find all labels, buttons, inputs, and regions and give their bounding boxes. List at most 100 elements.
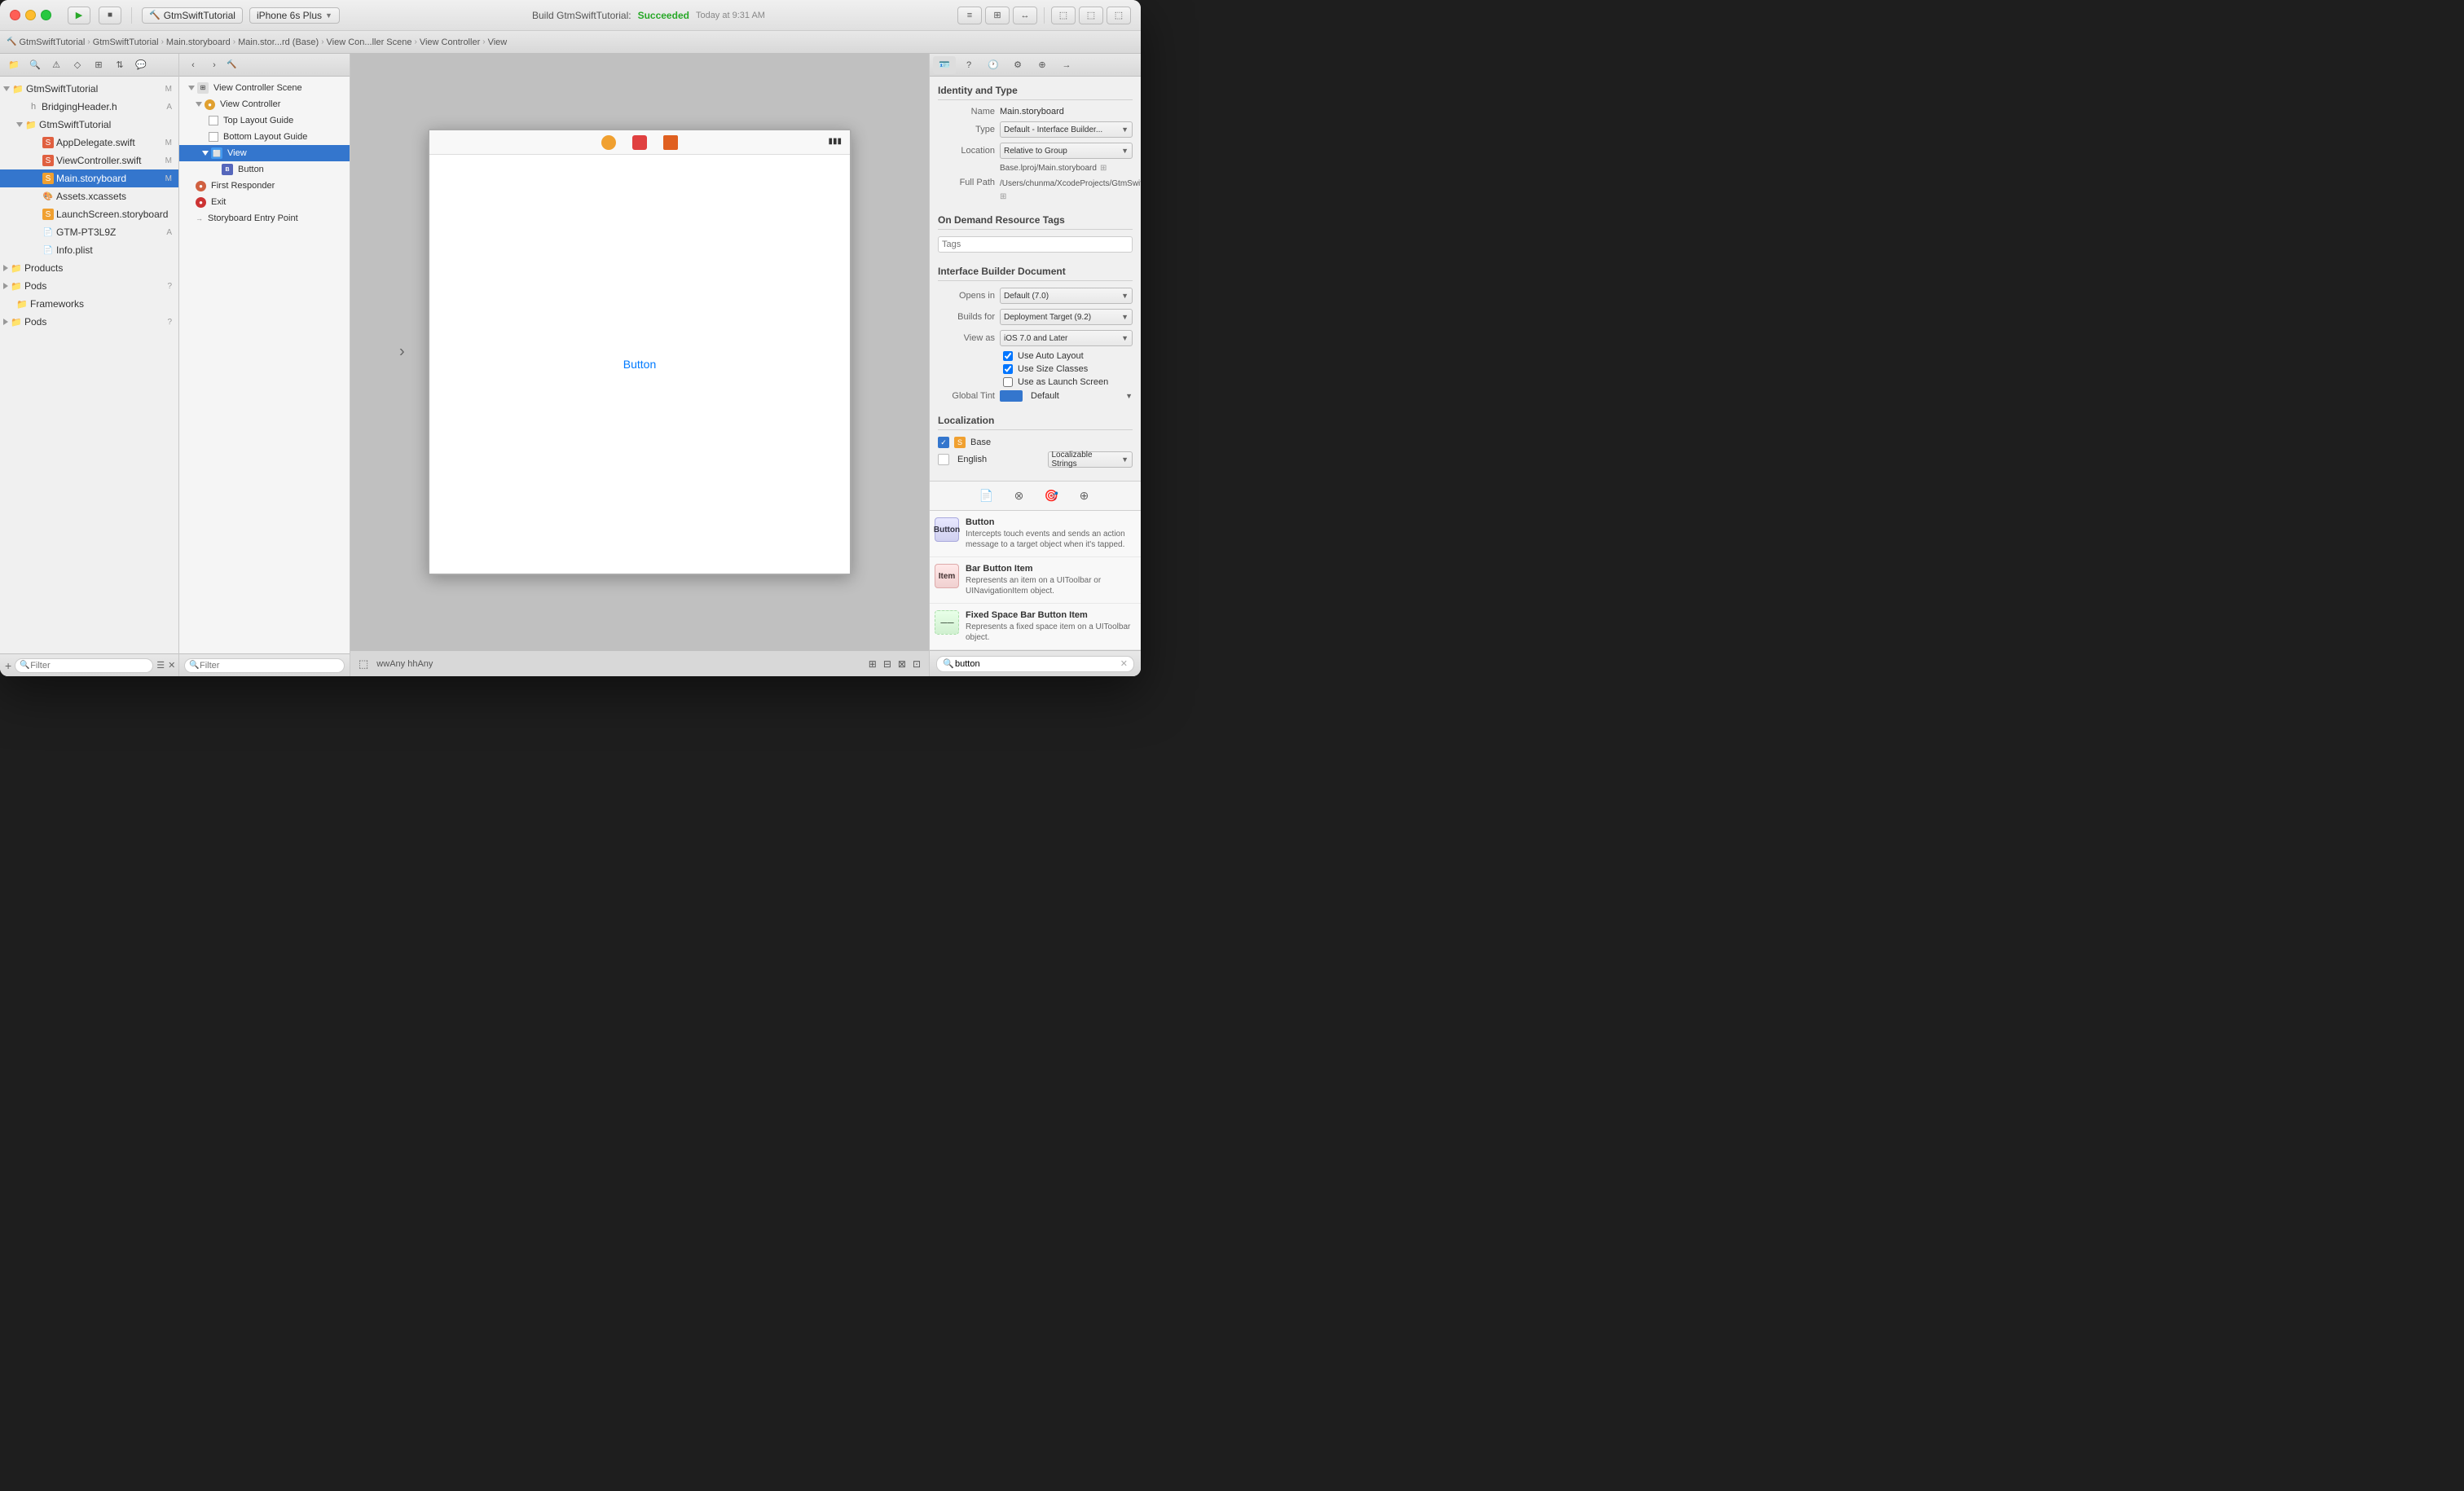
folder-icon-btn[interactable]: 📁	[5, 58, 23, 73]
library-item-bar-button[interactable]: Item Bar Button Item Represents an item …	[930, 557, 1141, 604]
quick-help-btn[interactable]: ?	[957, 56, 980, 74]
attributes-btn[interactable]: ⚙	[1006, 56, 1029, 74]
loc-base-checkbox[interactable]	[938, 437, 949, 448]
scene-item-exit[interactable]: ● Exit	[179, 194, 350, 210]
breakpoint-btn[interactable]: ⇅	[111, 58, 129, 73]
editor-assistant-button[interactable]: ⊞	[985, 7, 1010, 24]
view-as-display[interactable]: iOS 7.0 and Later ▼	[1000, 330, 1133, 346]
tree-item-pods1[interactable]: 📁 Pods ?	[0, 277, 178, 295]
scheme-selector[interactable]: 🔨 GtmSwiftTutorial	[142, 7, 243, 24]
report-btn[interactable]: 💬	[132, 58, 150, 73]
opens-in-display[interactable]: Default (7.0) ▼	[1000, 288, 1133, 304]
type-select[interactable]: Default - Interface Builder... ▼	[1000, 121, 1133, 138]
layout-icon-1[interactable]: ⊞	[869, 658, 877, 670]
tree-item-appdelegate[interactable]: S AppDelegate.swift M	[0, 134, 178, 152]
tree-item-root[interactable]: 📁 GtmSwiftTutorial M	[0, 80, 178, 98]
full-path-reveal-icon[interactable]: ⊞	[1000, 192, 1006, 201]
filter-recent-btn[interactable]: ✕	[168, 660, 175, 671]
tags-input[interactable]	[938, 236, 1133, 253]
quick-help-icon-btn[interactable]: ⊗	[1010, 486, 1029, 506]
device-selector[interactable]: iPhone 6s Plus ▼	[249, 7, 340, 24]
canvas-button[interactable]: Button	[623, 358, 656, 371]
editor-version-button[interactable]: ↔	[1013, 7, 1037, 24]
breadcrumb-item-2[interactable]: Main.storyboard	[166, 37, 231, 47]
utilities-button[interactable]: ⬚	[1107, 7, 1131, 24]
scene-item-view[interactable]: ⬜ View	[179, 145, 350, 161]
identity-type-btn[interactable]: 🪪	[933, 56, 956, 74]
scene-item-responder[interactable]: ● First Responder	[179, 178, 350, 194]
tree-item-launch[interactable]: S LaunchScreen.storyboard	[0, 205, 178, 223]
size-inspector-btn[interactable]: ⊕	[1031, 56, 1054, 74]
connections-btn[interactable]: →	[1055, 56, 1078, 74]
scene-item-scene[interactable]: ⊞ View Controller Scene	[179, 80, 350, 96]
location-select-display[interactable]: Relative to Group ▼	[1000, 143, 1133, 159]
minimize-button[interactable]	[25, 10, 36, 20]
target-icon-btn[interactable]: 🎯	[1042, 486, 1062, 506]
scene-item-bottom[interactable]: Bottom Layout Guide	[179, 129, 350, 145]
file-icon-btn[interactable]: 📄	[977, 486, 997, 506]
stop-button[interactable]: ■	[99, 7, 121, 24]
tree-item-pods2[interactable]: 📁 Pods ?	[0, 313, 178, 331]
editor-standard-button[interactable]: ≡	[957, 7, 982, 24]
tree-item-gtm[interactable]: 📄 GTM-PT3L9Z A	[0, 223, 178, 241]
builds-for-display[interactable]: Deployment Target (9.2) ▼	[1000, 309, 1133, 325]
base-path-edit-icon[interactable]: ⊞	[1100, 164, 1107, 173]
layout-icon-3[interactable]: ⊠	[898, 658, 906, 670]
navigator-button[interactable]: ⬚	[1051, 7, 1076, 24]
object-icon-btn[interactable]: ⊕	[1075, 486, 1094, 506]
tree-item-mainstory[interactable]: S Main.storyboard M	[0, 169, 178, 187]
scene-item-button[interactable]: B Button	[179, 161, 350, 178]
tree-item-frameworks[interactable]: 📁 Frameworks	[0, 295, 178, 313]
scene-item-vc[interactable]: ● View Controller	[179, 96, 350, 112]
tree-item-viewcontroller[interactable]: S ViewController.swift M	[0, 152, 178, 169]
layout-icon-2[interactable]: ⊟	[883, 658, 891, 670]
debug-button[interactable]: ⬚	[1079, 7, 1103, 24]
launch-screen-checkbox[interactable]	[1003, 377, 1013, 387]
builds-for-select[interactable]: Deployment Target (9.2) ▼	[1000, 309, 1133, 325]
zoom-fit-button[interactable]: ⬚	[359, 658, 368, 671]
tree-item-infoplist[interactable]: 📄 Info.plist	[0, 241, 178, 259]
breadcrumb-item-3[interactable]: Main.stor...rd (Base)	[238, 37, 319, 47]
tree-item-bridging[interactable]: h BridgingHeader.h A	[0, 98, 178, 116]
search-nav-btn[interactable]: 🔍	[26, 58, 44, 73]
filter-options-btn[interactable]: ☰	[156, 660, 165, 671]
clear-search-icon[interactable]: ✕	[1120, 658, 1128, 669]
close-button[interactable]	[10, 10, 20, 20]
test-btn[interactable]: ◇	[68, 58, 86, 73]
auto-layout-checkbox[interactable]	[1003, 351, 1013, 361]
breadcrumb-item-1[interactable]: GtmSwiftTutorial	[93, 37, 159, 47]
object-search-input[interactable]	[936, 656, 1134, 672]
scene-forward-btn[interactable]: ›	[205, 58, 223, 73]
location-select[interactable]: Relative to Group ▼	[1000, 143, 1133, 159]
run-button[interactable]: ▶	[68, 7, 90, 24]
global-tint-color-swatch[interactable]	[1000, 390, 1023, 402]
tree-item-assets[interactable]: 🎨 Assets.xcassets	[0, 187, 178, 205]
history-btn[interactable]: 🕐	[982, 56, 1005, 74]
canvas-scroll[interactable]: › ▮▮▮ Button	[350, 54, 929, 650]
breadcrumb-item-6[interactable]: View	[488, 37, 508, 47]
scene-item-entry[interactable]: → Storyboard Entry Point	[179, 210, 350, 227]
breadcrumb-item-5[interactable]: View Controller	[420, 37, 480, 47]
layout-icon-4[interactable]: ⊡	[913, 658, 921, 670]
warning-btn[interactable]: ⚠	[47, 58, 65, 73]
scene-filter-input[interactable]	[184, 658, 345, 673]
breadcrumb-item-0[interactable]: 🔨 GtmSwiftTutorial	[7, 37, 85, 47]
loc-english-type-display[interactable]: Localizable Strings ▼	[1048, 451, 1133, 468]
size-classes-checkbox[interactable]	[1003, 364, 1013, 374]
debug-nav-btn[interactable]: ⊞	[90, 58, 108, 73]
breadcrumb-item-4[interactable]: View Con...ller Scene	[327, 37, 412, 47]
library-item-button[interactable]: Button Button Intercepts touch events an…	[930, 511, 1141, 557]
library-item-fixed[interactable]: — — Fixed Space Bar Button Item Represen…	[930, 604, 1141, 650]
loc-english-checkbox[interactable]	[938, 454, 949, 465]
tree-item-group[interactable]: 📁 GtmSwiftTutorial	[0, 116, 178, 134]
scene-item-top[interactable]: Top Layout Guide	[179, 112, 350, 129]
file-filter-input[interactable]	[15, 658, 153, 673]
view-as-select[interactable]: iOS 7.0 and Later ▼	[1000, 330, 1133, 346]
maximize-button[interactable]	[41, 10, 51, 20]
add-file-button[interactable]: +	[5, 659, 11, 672]
loc-english-type-select[interactable]: Localizable Strings ▼	[1048, 451, 1133, 468]
type-select-display[interactable]: Default - Interface Builder... ▼	[1000, 121, 1133, 138]
opens-in-select[interactable]: Default (7.0) ▼	[1000, 288, 1133, 304]
scene-back-btn[interactable]: ‹	[184, 58, 202, 73]
tree-item-products[interactable]: 📁 Products	[0, 259, 178, 277]
